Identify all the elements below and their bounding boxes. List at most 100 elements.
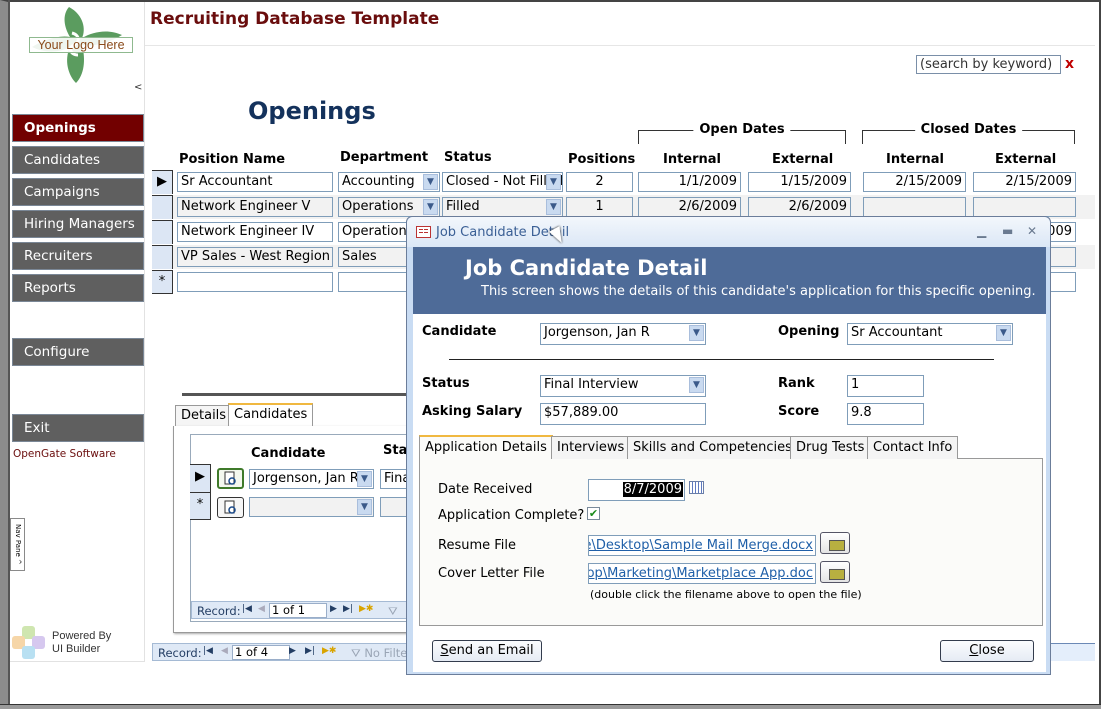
form-icon [416, 226, 431, 238]
clear-search-icon[interactable]: x [1065, 56, 1074, 72]
browse-cover-letter-button[interactable] [820, 561, 850, 583]
tab-drug-tests[interactable]: Drug Tests [790, 436, 871, 459]
candidate-select[interactable]: Jorgenson, Jan R ▼ [540, 323, 706, 345]
filter-icon[interactable]: ⛛ [388, 604, 398, 619]
position-name-field[interactable]: Network Engineer IV [177, 222, 333, 242]
closed-dates-group: Closed Dates [862, 122, 1075, 144]
sidebar-item-openings[interactable]: Openings [12, 114, 144, 142]
opening-select[interactable]: Sr Accountant ▼ [847, 323, 1013, 345]
tab-skills-and-competencies[interactable]: Skills and Competencies [627, 436, 798, 459]
view-candidate-button[interactable] [217, 468, 244, 489]
resume-file-link[interactable]: e\Desktop\Sample Mail Merge.docx [588, 535, 816, 556]
record-selector[interactable] [152, 195, 173, 219]
open-internal-field[interactable]: 1/1/2009 [638, 172, 741, 192]
tab-details[interactable]: Details [175, 405, 233, 426]
nav-pane-toggle[interactable]: Nav Pane ^ [10, 518, 25, 571]
chevron-down-icon[interactable]: ▼ [546, 199, 561, 215]
next-record-icon[interactable]: ▶ [289, 646, 296, 656]
sidebar-item-exit[interactable]: Exit [12, 414, 144, 442]
browse-resume-button[interactable] [820, 532, 850, 554]
close-button[interactable]: Close [940, 640, 1034, 662]
record-selector[interactable] [152, 220, 173, 244]
chevron-down-icon[interactable]: ▼ [996, 325, 1011, 341]
status-select[interactable]: Filled ▼ [442, 197, 563, 217]
last-record-icon[interactable]: ▶| [343, 604, 353, 614]
status-select[interactable]: Closed - Not Filled ▼ [442, 172, 563, 192]
closed-external-field[interactable]: 2/15/2009 [973, 172, 1076, 192]
logo: Your Logo Here [24, 5, 134, 85]
chevron-down-icon[interactable]: ▼ [689, 377, 704, 393]
score-field[interactable]: 9.8 [847, 403, 924, 425]
sidebar-item-hiring-managers[interactable]: Hiring Managers [12, 210, 144, 238]
page-title: Openings [248, 97, 376, 125]
position-name-field[interactable]: VP Sales - West Region [177, 247, 333, 267]
date-received-field[interactable]: 8/7/2009 [588, 479, 685, 501]
position-name-field[interactable]: Sr Accountant [177, 172, 333, 192]
positions-field[interactable]: 2 [566, 172, 633, 192]
tab-interviews[interactable]: Interviews [551, 436, 631, 459]
cover-letter-file-label: Cover Letter File [438, 566, 545, 581]
chevron-down-icon[interactable]: ▼ [423, 174, 438, 190]
candidate-select[interactable]: ▼ [249, 497, 374, 517]
sidebar-item-recruiters[interactable]: Recruiters [12, 242, 144, 270]
dialog-titlebar[interactable]: Job Candidate Detail ▁ ▬ ✕ [407, 217, 1050, 247]
chevron-down-icon[interactable]: ▼ [546, 174, 561, 190]
collapse-chevron-icon[interactable]: < [134, 82, 142, 93]
position-name-field[interactable]: Network Engineer V [177, 197, 333, 217]
department-select[interactable]: Operations ▼ [338, 197, 440, 217]
send-email-button[interactable]: Send an Email [432, 640, 542, 662]
first-record-icon[interactable]: |◀ [242, 604, 252, 614]
prev-record-icon[interactable]: ◀ [258, 604, 265, 614]
open-external-field[interactable]: 1/15/2009 [748, 172, 851, 192]
open-internal-field[interactable]: 2/6/2009 [638, 197, 741, 217]
closed-internal-field[interactable]: 2/15/2009 [863, 172, 966, 192]
col-candidate: Candidate [251, 446, 326, 461]
chevron-down-icon[interactable]: ▼ [689, 325, 704, 341]
status-select[interactable]: Final Interview ▼ [540, 375, 706, 397]
next-record-icon[interactable]: ▶ [330, 604, 337, 614]
record-selector[interactable] [152, 245, 173, 269]
maximize-icon[interactable]: ▬ [1002, 224, 1013, 238]
col-status: Status [444, 150, 492, 165]
search-input[interactable]: (search by keyword) [916, 55, 1061, 74]
open-external-field[interactable]: 2/6/2009 [748, 197, 851, 217]
chevron-down-icon[interactable]: ▼ [357, 499, 372, 515]
department-select[interactable]: Accounting ▼ [338, 172, 440, 192]
asking-salary-label: Asking Salary [422, 404, 523, 419]
record-selector[interactable]: ▶ [152, 170, 173, 194]
rank-field[interactable]: 1 [847, 375, 924, 397]
record-selector[interactable]: ▶ [190, 464, 211, 492]
close-icon[interactable]: ✕ [1027, 224, 1037, 238]
record-number-input[interactable]: 1 of 1 [269, 603, 327, 618]
position-name-field[interactable] [177, 272, 333, 292]
closed-internal-field[interactable] [863, 197, 966, 217]
sidebar-item-configure[interactable]: Configure [12, 338, 144, 366]
tab-candidates[interactable]: Candidates [228, 403, 314, 426]
new-record-icon[interactable]: ▶✱ [322, 646, 336, 656]
record-number-input[interactable]: 1 of 4 [232, 645, 290, 660]
resume-file-value: e\Desktop\Sample Mail Merge.docx [588, 538, 813, 553]
view-candidate-button[interactable] [217, 497, 244, 518]
cover-letter-file-link[interactable]: top\Marketing\Marketplace App.doc [588, 563, 816, 584]
positions-field[interactable]: 1 [566, 197, 633, 217]
chevron-down-icon[interactable]: ▼ [423, 199, 438, 215]
new-record-icon[interactable]: ▶✱ [359, 604, 373, 614]
prev-record-icon[interactable]: ◀ [221, 646, 228, 656]
calendar-icon[interactable] [689, 481, 704, 494]
no-filter-button[interactable]: ⛛ No Filter [351, 646, 412, 661]
asking-salary-field[interactable]: $57,889.00 [540, 403, 706, 425]
sidebar-item-candidates[interactable]: Candidates [12, 146, 144, 174]
chevron-down-icon[interactable]: ▼ [357, 471, 372, 487]
new-record-selector[interactable]: * [152, 270, 173, 294]
tab-contact-info[interactable]: Contact Info [867, 436, 959, 459]
new-record-selector[interactable]: * [190, 492, 211, 520]
minimize-icon[interactable]: ▁ [977, 224, 986, 238]
first-record-icon[interactable]: |◀ [203, 646, 213, 656]
application-complete-checkbox[interactable]: ✔ [587, 507, 600, 520]
last-record-icon[interactable]: ▶| [305, 646, 315, 656]
candidate-select[interactable]: Jorgenson, Jan R ▼ [249, 469, 374, 489]
tab-application-details[interactable]: Application Details [419, 435, 553, 459]
sidebar-item-campaigns[interactable]: Campaigns [12, 178, 144, 206]
closed-external-field[interactable] [973, 197, 1076, 217]
sidebar-item-reports[interactable]: Reports [12, 274, 144, 302]
